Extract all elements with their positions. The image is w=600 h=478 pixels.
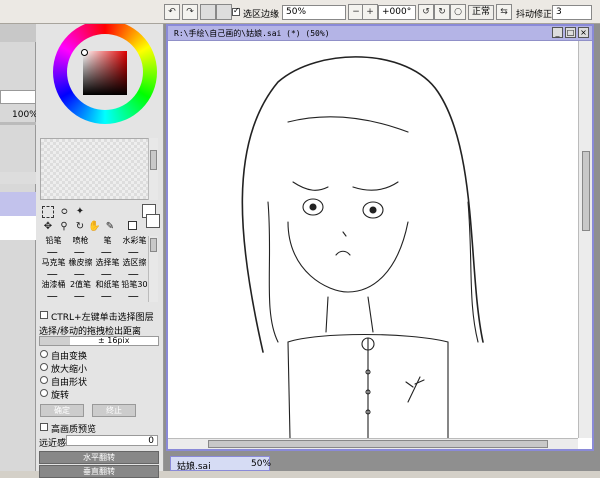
minimize-icon[interactable]: _ [552,27,563,38]
layer-item[interactable] [0,216,36,240]
brush-slot[interactable]: 选区擦 [121,258,148,278]
rotation-select[interactable]: +000° [378,5,416,20]
top-toolbar: ↶ ↷ ✓ 选区边缘 50% − + +000° ↺ ↻ ○ 正常 ⇆ 抖动修正… [0,0,600,24]
transform-option: 放大缩小 [51,365,88,375]
rotate-cw-icon[interactable]: ↻ [434,4,450,20]
strip-percent: 100% [12,110,38,120]
rect-select-icon[interactable] [42,206,54,218]
brush-slot[interactable]: 橡皮擦 [67,258,94,278]
transform-radio[interactable] [40,363,48,371]
brush-slot[interactable]: 水彩笔 [121,236,148,256]
perspective-value: 0 [148,436,154,446]
eyedropper-icon[interactable]: ✎ [104,221,116,233]
flip-vertical-button[interactable]: 垂直翻转 [39,465,159,478]
move-distance-value: ± 16pix [98,336,130,345]
document-tab[interactable]: 姑娘.sai 50% [170,456,272,472]
zoom-in-icon[interactable]: + [362,4,378,20]
color-wheel[interactable] [53,20,157,124]
hq-preview-checkbox[interactable] [40,423,48,431]
brush-slot[interactable]: 马克笔 [40,258,67,278]
redo-icon[interactable]: ↷ [182,4,198,20]
saturation-value-square[interactable] [83,51,127,95]
mode-button[interactable]: 正常 [468,5,494,20]
zoom-icon[interactable]: ⚲ [58,221,70,233]
move-distance-fill [40,337,70,345]
brush-scrollbar[interactable] [148,236,158,302]
selection-edge-checkbox[interactable]: ✓ [232,6,240,16]
ctrl-select-label: CTRL+左键单击选择图层 [51,313,154,323]
cancel-button[interactable]: 终止 [92,404,136,417]
flip-horizontal-button[interactable]: 水平翻转 [39,451,159,464]
rotate-ccw-icon[interactable]: ↺ [418,4,434,20]
rotate-icon[interactable]: ↻ [74,221,86,233]
canvas-vertical-scrollbar[interactable] [578,41,592,438]
magic-wand-icon[interactable]: ✦ [74,206,86,218]
reset-rotation-icon[interactable]: ○ [450,4,466,20]
perspective-input[interactable]: 0 [66,435,158,446]
undo-icon[interactable]: ↶ [164,4,180,20]
brush-slot[interactable]: 笔 [94,236,121,256]
deselect-icon[interactable] [200,4,216,20]
transform-option: 旋转 [51,391,70,401]
move-distance-slider[interactable]: ± 16pix [39,336,159,346]
tool-panel: ഠ ✦ ✥ ⚲ ↻ ✋ ✎ 铅笔 喷枪 笔 水彩笔 马克笔 橡皮擦 选择笔 选区… [36,0,164,478]
zoom-select[interactable]: 50% [282,5,346,20]
background-color[interactable] [146,214,160,228]
lasso-icon[interactable]: ഠ [58,206,70,218]
brush-slot[interactable]: 铅笔 [40,236,67,256]
scratchpad[interactable] [40,138,158,200]
perspective-label: 远近感 [39,439,67,449]
transform-radio[interactable] [40,350,48,358]
hand-icon[interactable]: ✋ [88,221,100,233]
brush-slot[interactable]: 选择笔 [94,258,121,278]
ctrl-select-checkbox[interactable] [40,311,48,319]
restore-icon[interactable]: □ [565,27,576,38]
invert-selection-icon[interactable] [216,4,232,20]
brush-slot[interactable]: 和纸笔 [94,280,121,300]
brush-slot[interactable]: 喷枪 [67,236,94,256]
document-titlebar: R:\手绘\自己画的\姑娘.sai (*) (50%) _ □ × [168,26,592,41]
transform-radio[interactable] [40,376,48,384]
document-tab-zoom: 50% [251,459,272,469]
color-picker-handle[interactable] [81,49,88,56]
brush-slot[interactable]: 油漆桶 [40,280,67,300]
color-swap-icon[interactable] [128,221,137,230]
brush-slot[interactable]: 2值笔 [67,280,94,300]
flip-view-icon[interactable]: ⇆ [496,4,512,20]
transform-option: 自由变换 [51,352,88,362]
strip-toolbar [0,172,36,184]
document-tab-name: 姑娘.sai [177,462,211,472]
stabilizer-select[interactable]: 3 [552,5,592,20]
hq-preview-label: 高画质预览 [51,425,97,435]
document-title: R:\手绘\自己画的\姑娘.sai (*) (50%) [174,29,330,38]
scratchpad-scrollbar[interactable] [148,138,158,200]
strip-field[interactable] [0,90,36,104]
selection-edge-label: 选区边缘 [243,10,280,20]
canvas-horizontal-scrollbar[interactable] [168,438,578,449]
transform-radio[interactable] [40,389,48,397]
close-icon[interactable]: × [578,27,589,38]
transform-option: 自由形状 [51,378,88,388]
stabilizer-label: 抖动修正 [516,10,553,20]
move-icon[interactable]: ✥ [42,221,54,233]
drawing-canvas[interactable] [168,42,578,438]
brush-slot[interactable]: 铅笔30 [121,280,148,300]
layer-panel-strip: 100% [0,0,38,471]
layer-item-selected[interactable] [0,192,36,216]
confirm-button[interactable]: 确定 [40,404,84,417]
strip-divider [0,122,36,125]
